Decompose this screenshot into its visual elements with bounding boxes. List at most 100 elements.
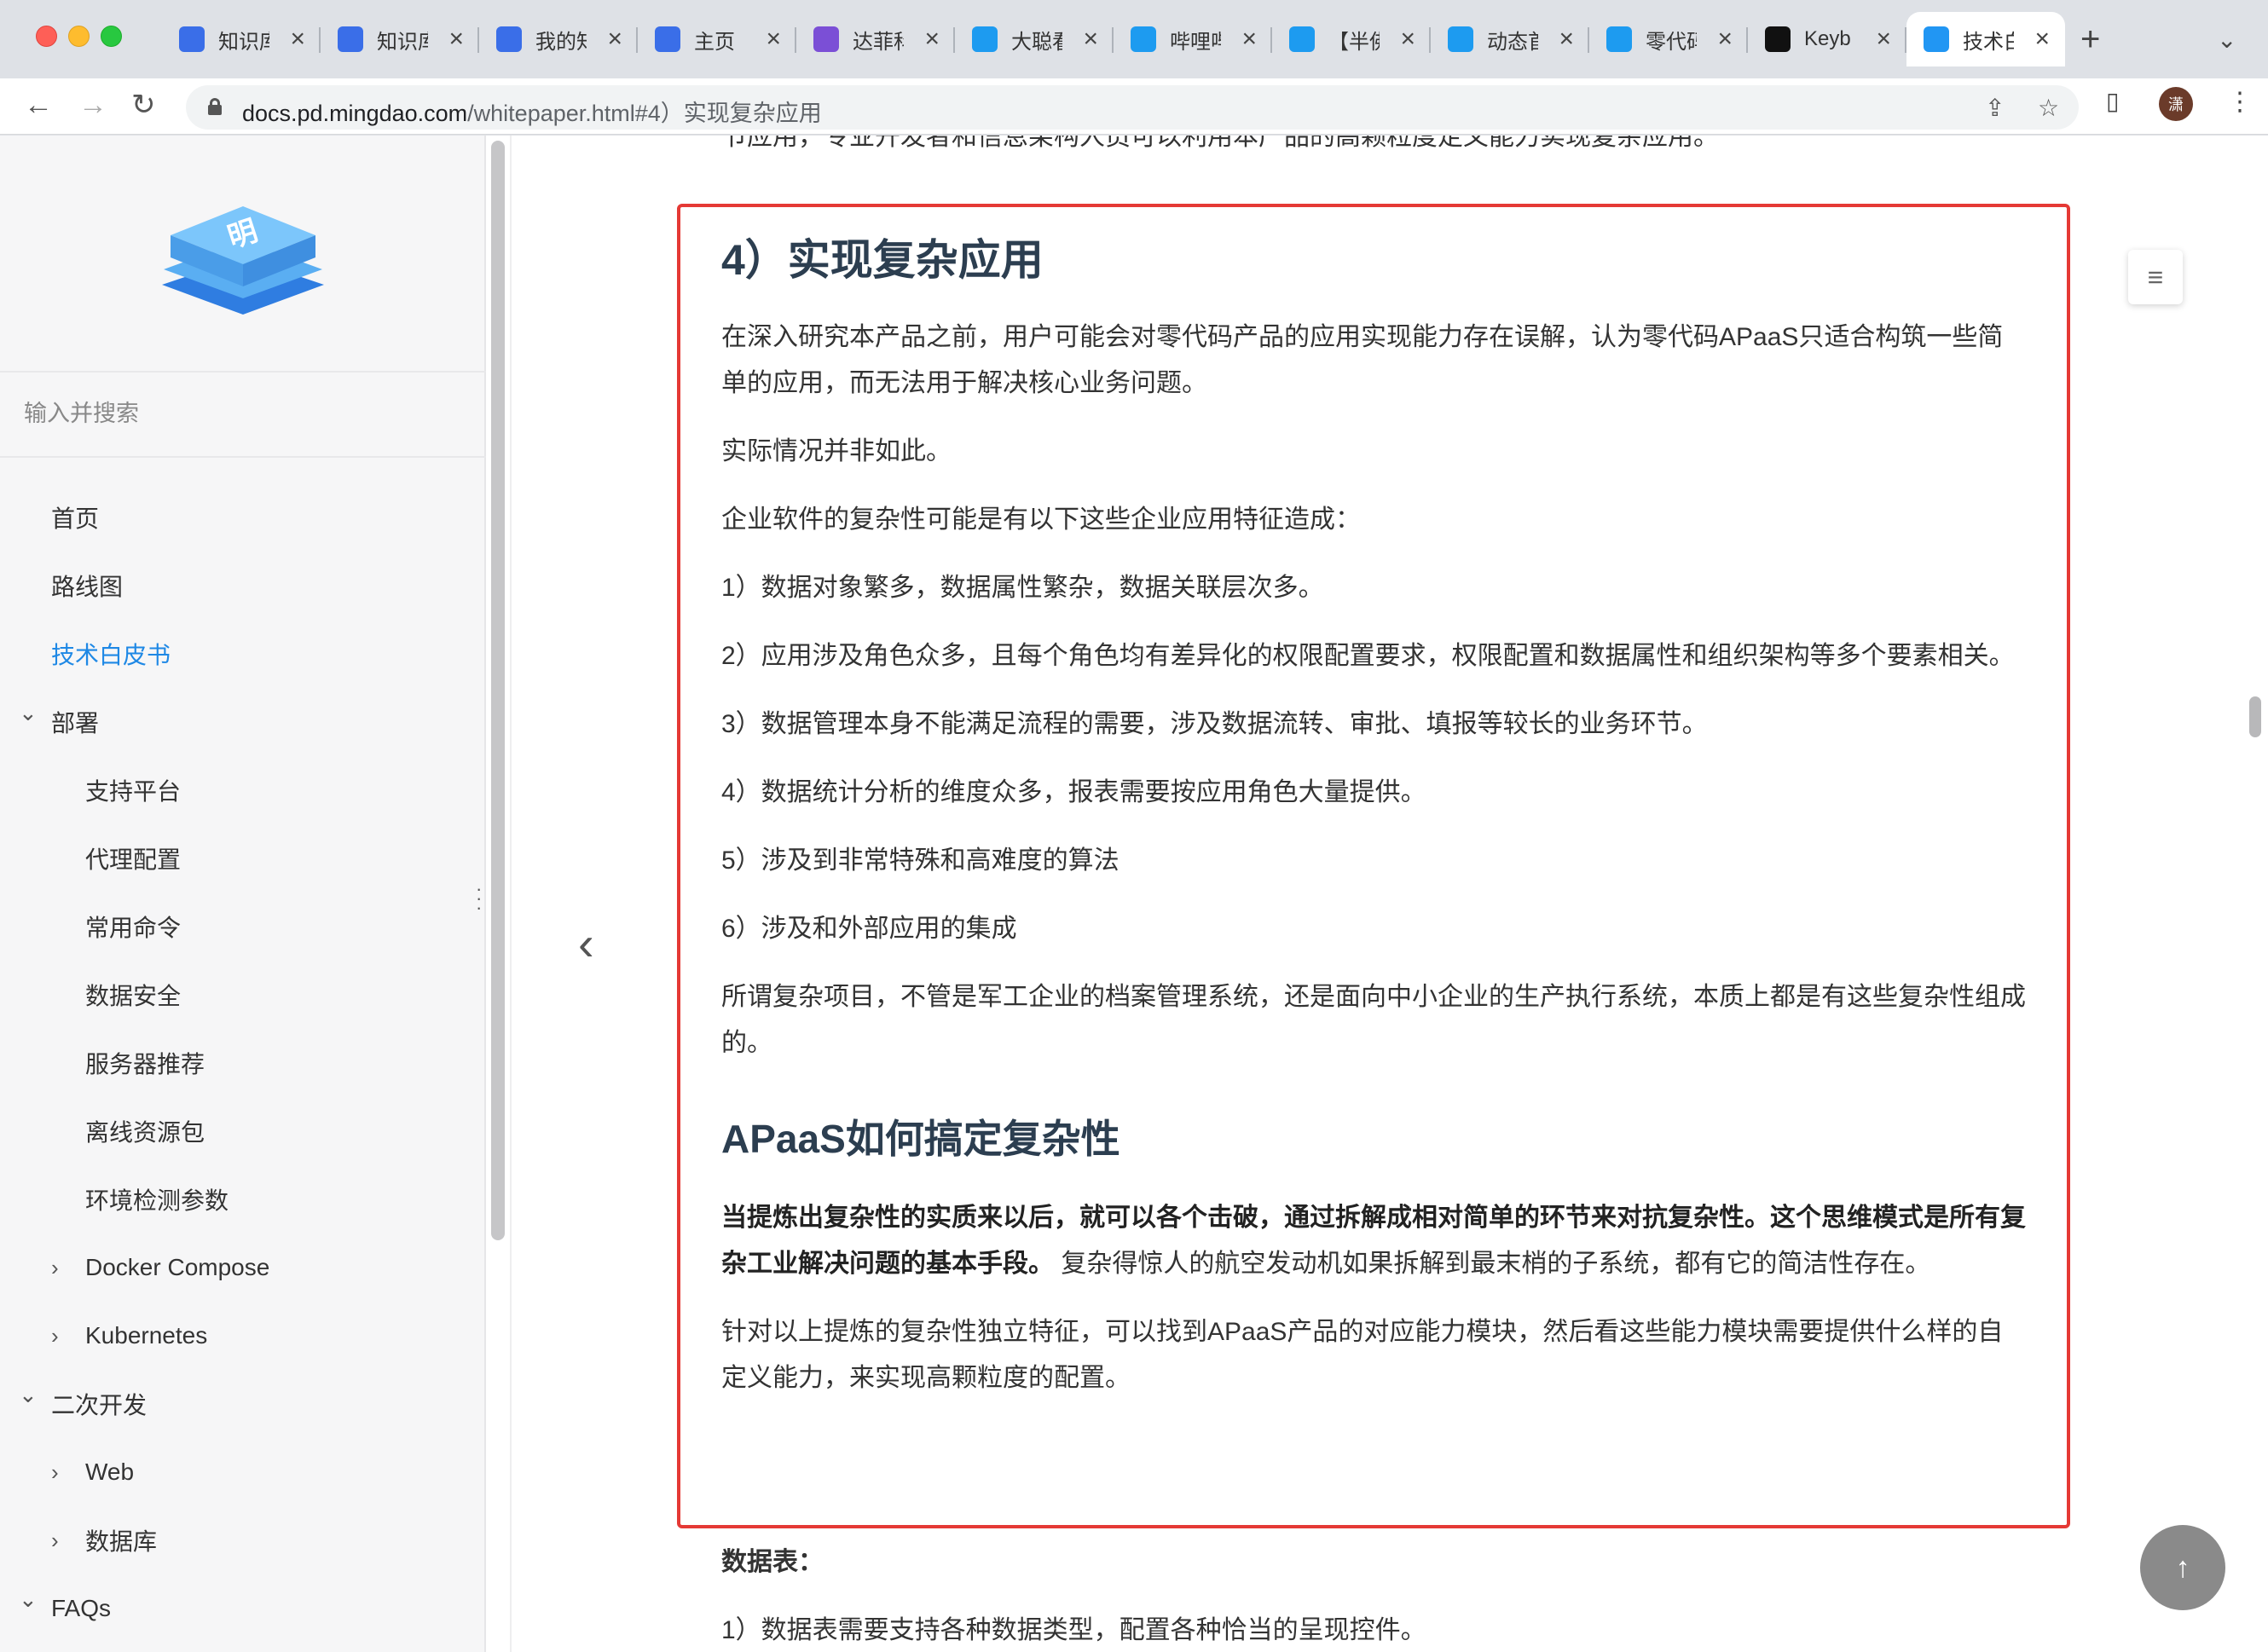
sidebar-item-label: 数据库 <box>85 1528 158 1555</box>
tab-search-chevron-icon[interactable]: ⌄ <box>2217 26 2236 54</box>
sidebar-item[interactable]: 路线图 <box>0 552 486 620</box>
back-to-top-button[interactable]: ↑ <box>2140 1525 2225 1610</box>
browser-toolbar: ← → ↻ docs.pd.mingdao.com/whitepaper.htm… <box>0 78 2268 135</box>
yuque-icon <box>179 26 205 52</box>
sidebar-item[interactable]: 数据安全 <box>0 961 486 1029</box>
sidebar-item[interactable]: ⌄ 部署 <box>0 688 486 756</box>
list-item: 5）涉及到非常特殊和高难度的算法 <box>721 846 1120 875</box>
tab-title: 【半佛 <box>1328 30 1380 54</box>
forward-arrow-icon[interactable]: → <box>78 90 107 119</box>
paragraph: 当提炼出复杂性的实质来以后，就可以各个击破，通过拆解成相对简单的环节来对抗复杂性… <box>721 1195 2026 1287</box>
browser-tab[interactable]: Keyb × <box>1748 12 1906 66</box>
tab-title: 大聪看 <box>1011 30 1062 54</box>
page-scrollbar[interactable] <box>2249 696 2261 737</box>
tab-close-icon[interactable]: × <box>1559 26 1574 52</box>
yuque-icon <box>338 26 363 52</box>
list-item: 3）数据管理本身不能满足流程的需要，涉及数据流转、审批、填报等较长的业务环节。 <box>721 710 1708 738</box>
sidebar-item-label: Kubernetes <box>85 1322 208 1349</box>
tab-close-icon[interactable]: × <box>1083 26 1098 52</box>
paragraph: 所谓复杂项目，不管是军工企业的档案管理系统，还是面向中小企业的生产执行系统，本质… <box>721 983 2026 1057</box>
section-heading: 4）实现复杂应用 <box>721 236 1044 284</box>
maximize-window-button[interactable] <box>101 26 122 47</box>
chevron-down-icon[interactable]: ⌄ <box>19 1383 38 1406</box>
tab-title: 我的知 <box>535 30 587 54</box>
sidebar-item[interactable]: ⌄ 二次开发 <box>0 1370 486 1438</box>
mingdao-logo: 明 <box>162 206 324 315</box>
notion-icon <box>1765 26 1791 52</box>
side-panel-icon[interactable]: ▯ <box>2106 87 2119 115</box>
tab-close-icon[interactable]: × <box>1400 26 1415 52</box>
bilibili-icon <box>1448 26 1473 52</box>
tab-title: Keyb <box>1804 27 1851 50</box>
browser-menu-icon[interactable]: ⋮ <box>2227 87 2253 117</box>
sidebar-item[interactable]: 常用命令 <box>0 892 486 961</box>
content-edge <box>510 136 512 1652</box>
sidebar-item[interactable]: 环境检测参数 <box>0 1165 486 1233</box>
browser-tab[interactable]: 我的知 × <box>479 12 638 66</box>
tab-close-icon[interactable]: × <box>448 26 464 52</box>
close-window-button[interactable] <box>36 26 57 47</box>
browser-tab[interactable]: 技术白 × <box>1906 12 2065 66</box>
chevron-right-icon[interactable]: › <box>51 1325 59 1347</box>
bookmark-star-icon[interactable]: ☆ <box>2038 94 2059 122</box>
chevron-right-icon[interactable]: › <box>51 1256 59 1279</box>
browser-tab[interactable]: 动态首 × <box>1431 12 1589 66</box>
web-page: 明 首页路线图技术白皮书 ⌄ 部署支持平台代理配置常用命令数据安全服务器推荐离线资源… <box>0 136 2268 1652</box>
address-bar[interactable]: docs.pd.mingdao.com/whitepaper.html#4）实现… <box>186 85 2079 130</box>
sidebar-divider <box>0 456 486 458</box>
minimize-window-button[interactable] <box>68 26 90 47</box>
yuque-icon <box>496 26 522 52</box>
paragraph: 实际情况并非如此。 <box>721 437 952 465</box>
sidebar-item[interactable]: 首页 <box>0 483 486 552</box>
sidebar-item[interactable]: 技术白皮书 <box>0 620 486 688</box>
chevron-right-icon[interactable]: › <box>51 1461 59 1483</box>
sidebar-item-label: 首页 <box>51 505 100 532</box>
sidebar-resize-handle[interactable]: · · · <box>476 880 482 917</box>
browser-tab[interactable]: 零代码 × <box>1589 12 1748 66</box>
back-arrow-icon[interactable]: ← <box>24 90 53 119</box>
sidebar-item[interactable]: ⌄ FAQs <box>0 1574 486 1643</box>
sidebar-item[interactable]: › Kubernetes <box>0 1302 486 1370</box>
sidebar-item[interactable]: › 数据库 <box>0 1506 486 1574</box>
tab-close-icon[interactable]: × <box>1876 26 1891 52</box>
lock-icon <box>208 98 222 115</box>
sidebar-item[interactable]: 支持平台 <box>0 756 486 824</box>
sidebar-item-label: Web <box>85 1458 135 1485</box>
browser-tab[interactable]: 【半佛 × <box>1272 12 1431 66</box>
sidebar-item[interactable]: › Docker Compose <box>0 1233 486 1302</box>
new-tab-button[interactable]: + <box>2080 22 2100 56</box>
sidebar-item[interactable]: 服务器推荐 <box>0 1029 486 1097</box>
browser-tab[interactable]: 主页 × <box>638 12 796 66</box>
tab-close-icon[interactable]: × <box>2034 26 2050 52</box>
tab-close-icon[interactable]: × <box>924 26 940 52</box>
reload-icon[interactable]: ↻ <box>131 90 156 119</box>
sidebar-item[interactable]: 代理配置 <box>0 824 486 892</box>
search-input[interactable] <box>0 373 486 454</box>
browser-tab[interactable]: 知识库 × <box>321 12 479 66</box>
tab-close-icon[interactable]: × <box>766 26 781 52</box>
list-item: 1）数据对象繁多，数据属性繁杂，数据关联层次多。 <box>721 574 1324 602</box>
chevron-right-icon[interactable]: › <box>51 1529 59 1551</box>
tab-strip: 知识库×知识库×我的知×主页×达菲科×大聪看×哔哩哔×【半佛×动态首×零代码×K… <box>0 0 2268 78</box>
chevron-down-icon[interactable]: ⌄ <box>19 1588 38 1610</box>
tab-close-icon[interactable]: × <box>1717 26 1733 52</box>
previous-page-chevron-icon[interactable]: ‹ <box>578 920 594 968</box>
list-item: 2）应用涉及角色众多，且每个角色均有差异化的权限配置要求，权限配置和数据属性和组… <box>721 642 2015 670</box>
share-icon[interactable]: ⇪ <box>1985 94 2005 122</box>
sidebar-scrollbar[interactable] <box>491 141 505 1240</box>
toc-menu-icon[interactable]: ≡ <box>2128 250 2183 304</box>
sidebar-item-label: 数据安全 <box>85 983 182 1009</box>
list-item: 6）涉及和外部应用的集成 <box>721 915 1017 943</box>
sidebar-item[interactable]: › Web <box>0 1438 486 1506</box>
tab-close-icon[interactable]: × <box>290 26 305 52</box>
tab-close-icon[interactable]: × <box>607 26 622 52</box>
tab-close-icon[interactable]: × <box>1241 26 1257 52</box>
avatar[interactable]: 潇 <box>2159 87 2193 121</box>
sidebar-item-label: 离线资源包 <box>85 1119 205 1146</box>
browser-tab[interactable]: 知识库 × <box>162 12 321 66</box>
browser-tab[interactable]: 达菲科 × <box>796 12 955 66</box>
chevron-down-icon[interactable]: ⌄ <box>19 702 38 724</box>
browser-tab[interactable]: 大聪看 × <box>955 12 1114 66</box>
sidebar-item[interactable]: 离线资源包 <box>0 1097 486 1165</box>
browser-tab[interactable]: 哔哩哔 × <box>1114 12 1272 66</box>
